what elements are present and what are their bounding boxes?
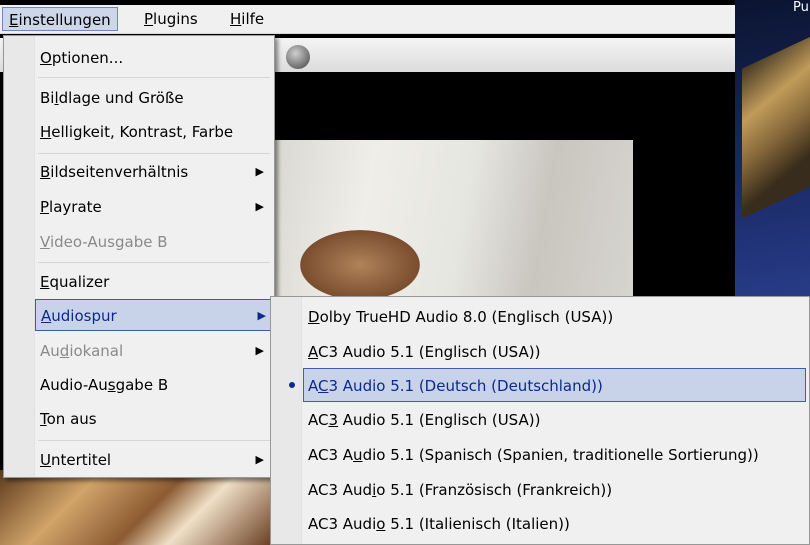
submenu-arrow-icon: ▶ bbox=[255, 344, 264, 357]
audio-track-mnemonic: C bbox=[318, 377, 329, 395]
menu-separator bbox=[38, 262, 270, 263]
audio-track-text: C3 Audio 5.1 (Englisch (USA)) bbox=[318, 343, 541, 361]
menu-plugins[interactable]: Plugins bbox=[138, 7, 204, 31]
menu-item-mnemonic: s bbox=[107, 376, 116, 394]
menu-item-mnemonic: B bbox=[40, 163, 51, 181]
submenu-arrow-icon: ▶ bbox=[255, 200, 264, 213]
menu-item-mnemonic: U bbox=[40, 451, 51, 469]
menu-label: lugins bbox=[153, 10, 198, 28]
menu-item-text: Audio-Au bbox=[40, 376, 108, 394]
menu-item-text: ideo-Ausgabe B bbox=[49, 233, 168, 251]
audio-track-mnemonic: A bbox=[308, 343, 318, 361]
menu-item-optionen[interactable]: Optionen... bbox=[4, 42, 274, 74]
audio-track-text: AC3 Aud bbox=[308, 481, 373, 499]
menu-item-mnemonic: d bbox=[59, 342, 70, 360]
menu-item-text: udiospur bbox=[51, 307, 117, 325]
player-round-button[interactable] bbox=[286, 45, 310, 69]
audiospur-submenu: Dolby TrueHD Audio 8.0 (Englisch (USA)) … bbox=[270, 296, 810, 545]
menu-item-text: dlage und Größe bbox=[58, 89, 184, 107]
menubar: Einstellungen Plugins Hilfe bbox=[0, 5, 735, 34]
menu-item-mnemonic: O bbox=[40, 49, 52, 67]
menu-item-mnemonic: H bbox=[40, 123, 52, 141]
desktop-corner-label: Pu bbox=[793, 0, 809, 15]
audio-track-item[interactable]: AC3 Audio 5.1 (Italienisch (Italien)) bbox=[271, 507, 809, 541]
audio-track-item[interactable]: AC3 Audio 5.1 (Englisch (USA)) bbox=[271, 403, 809, 437]
menu-separator bbox=[38, 440, 270, 441]
menu-mnemonic: P bbox=[144, 10, 154, 28]
audio-track-item[interactable]: Dolby TrueHD Audio 8.0 (Englisch (USA)) bbox=[271, 300, 809, 334]
menu-separator bbox=[38, 153, 270, 154]
menu-item-text: Bi bbox=[40, 89, 55, 107]
menu-mnemonic: H bbox=[230, 10, 242, 28]
menu-item-ton-aus[interactable]: Ton aus bbox=[4, 403, 274, 435]
menu-separator bbox=[38, 77, 270, 78]
menu-item-text: ntertitel bbox=[50, 451, 112, 469]
menu-item-text: ildseitenverhältnis bbox=[50, 163, 189, 181]
audio-track-mnemonic: D bbox=[308, 308, 320, 326]
audio-track-text: olby TrueHD Audio 8.0 (Englisch (USA)) bbox=[319, 308, 614, 326]
audio-track-text: 3 Audio 5.1 (Deutsch (Deutschland)) bbox=[328, 377, 603, 395]
menu-item-text: gabe B bbox=[115, 376, 169, 394]
audio-track-item[interactable]: AC3 Audio 5.1 (Spanisch (Spanien, tradit… bbox=[271, 438, 809, 472]
menu-item-text: ptionen... bbox=[51, 49, 124, 67]
video-content-shape bbox=[300, 230, 420, 300]
menu-item-bildlage[interactable]: Bildlage und Größe bbox=[4, 82, 274, 114]
menu-item-text: iokanal bbox=[69, 342, 124, 360]
audio-track-item-selected[interactable]: AC3 Audio 5.1 (Deutsch (Deutschland)) bbox=[303, 368, 806, 402]
menu-item-audiospur[interactable]: Audiospur ▶ bbox=[35, 299, 271, 331]
audio-track-text: o 5.1 (Französisch (Frankreich)) bbox=[376, 481, 613, 499]
audio-track-mnemonic: 3 bbox=[328, 411, 339, 429]
menu-item-audiokanal: Audiokanal ▶ bbox=[4, 335, 274, 367]
audio-track-text: Audio 5.1 (Englisch (USA)) bbox=[338, 411, 541, 429]
menu-hilfe[interactable]: Hilfe bbox=[224, 7, 270, 31]
submenu-arrow-icon: ▶ bbox=[255, 165, 264, 178]
menu-item-helligkeit[interactable]: Helligkeit, Kontrast, Farbe bbox=[4, 116, 274, 148]
audio-track-text: 5.1 (Italienisch (Italien)) bbox=[385, 515, 570, 533]
submenu-arrow-icon: ▶ bbox=[255, 453, 264, 466]
menu-item-playrate[interactable]: Playrate ▶ bbox=[4, 191, 274, 223]
menu-item-text: on aus bbox=[46, 410, 97, 428]
menu-item-mnemonic: P bbox=[40, 198, 50, 216]
audio-track-text: A bbox=[308, 377, 318, 395]
menu-item-equalizer[interactable]: Equalizer bbox=[4, 266, 274, 298]
menu-item-text: elligkeit, Kontrast, Farbe bbox=[51, 123, 234, 141]
menu-einstellungen[interactable]: Einstellungen bbox=[2, 7, 118, 31]
audio-track-text: AC3 Audi bbox=[308, 515, 377, 533]
menu-item-mnemonic: T bbox=[40, 410, 47, 428]
audio-track-text: dio 5.1 (Spanisch (Spanien, traditionell… bbox=[362, 446, 759, 464]
menu-item-text: qualizer bbox=[49, 273, 110, 291]
submenu-arrow-icon: ▶ bbox=[257, 309, 266, 322]
audio-track-mnemonic: u bbox=[353, 446, 363, 464]
menu-item-video-ausgabe: Video-Ausgabe B bbox=[4, 226, 274, 258]
video-background-scene bbox=[0, 470, 270, 545]
menu-item-untertitel[interactable]: Untertitel ▶ bbox=[4, 444, 274, 476]
menu-item-bildseitenverhaeltnis[interactable]: Bildseitenverhältnis ▶ bbox=[4, 156, 274, 188]
menu-item-text: Au bbox=[40, 342, 60, 360]
menu-label: ilfe bbox=[241, 10, 265, 28]
menu-item-text: layrate bbox=[49, 198, 102, 216]
einstellungen-dropdown: Optionen... Bildlage und Größe Helligkei… bbox=[3, 35, 275, 478]
audio-track-item[interactable]: AC3 Audio 5.1 (Englisch (USA)) bbox=[271, 335, 809, 369]
selected-bullet-icon bbox=[289, 382, 295, 388]
audio-track-text: AC bbox=[308, 411, 329, 429]
audio-track-text: AC3 A bbox=[308, 446, 354, 464]
menu-label: instellungen bbox=[18, 11, 111, 29]
audio-track-item[interactable]: AC3 Audio 5.1 (Französisch (Frankreich)) bbox=[271, 473, 809, 507]
menu-item-audio-ausgabe[interactable]: Audio-Ausgabe B bbox=[4, 369, 274, 401]
menu-item-mnemonic: V bbox=[40, 233, 50, 251]
menu-item-mnemonic: A bbox=[41, 307, 52, 325]
